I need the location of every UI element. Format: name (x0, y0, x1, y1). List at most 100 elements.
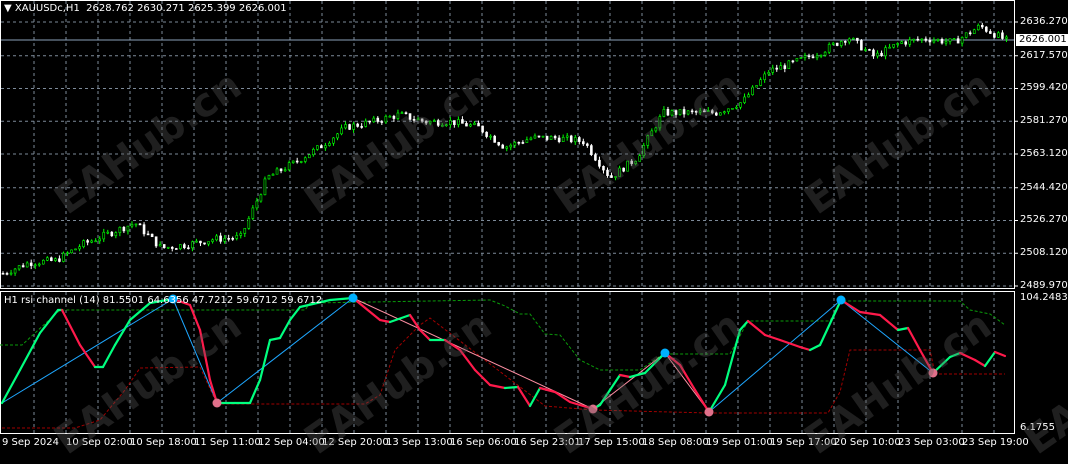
candle-body (678, 109, 682, 115)
candle-body (827, 44, 831, 53)
price-tick-label: 2617.570 (1020, 49, 1068, 61)
candle-body (912, 38, 916, 41)
candle-body (537, 135, 541, 138)
candle-body (884, 47, 887, 57)
candle-body (376, 117, 380, 122)
rsi-line-segment (608, 373, 622, 392)
candle-body (469, 124, 472, 127)
candle-body (557, 137, 561, 142)
swing-high-dot (348, 293, 358, 303)
candle-body (489, 135, 492, 138)
candle-body (493, 135, 496, 143)
price-chart[interactable] (0, 0, 1068, 459)
candle-body (779, 65, 783, 70)
rsi-line-segment (443, 338, 462, 352)
candle-body (1001, 32, 1004, 39)
candle-body (549, 136, 553, 140)
price-tick-label: 2526.270 (1020, 214, 1068, 226)
candle-body (299, 161, 303, 163)
candle-body (142, 224, 146, 235)
price-tick-label: 2544.420 (1020, 181, 1068, 193)
candle-body (533, 135, 537, 139)
candle-body (400, 112, 404, 114)
candle-body (852, 37, 855, 40)
candle-body (287, 162, 291, 171)
candle-body (932, 40, 936, 43)
candle-body (569, 135, 573, 143)
candle-body (428, 120, 432, 124)
price-tick-label: 2563.120 (1020, 148, 1068, 159)
candle-body (368, 120, 372, 123)
candle-body (29, 262, 33, 266)
candle-body (420, 118, 424, 122)
candle-body (767, 72, 771, 75)
candle-body (207, 241, 210, 245)
rsi-line-segment (628, 371, 647, 379)
candle-body (444, 124, 448, 127)
candle-body (622, 167, 625, 172)
candle-body (235, 235, 239, 239)
candle-body (916, 38, 920, 41)
symbol-label: XAUUSDc,H1 (14, 3, 80, 14)
rsi-line-segment (516, 385, 532, 408)
rsi-line-segment (18, 331, 42, 372)
candle-body (360, 126, 363, 128)
candle-body (271, 173, 275, 176)
candle-body (860, 40, 863, 51)
candle-body (215, 235, 218, 241)
candle-body (710, 110, 714, 114)
candle-body (130, 224, 134, 227)
channel-lower-line (2, 317, 1005, 429)
candle-body (521, 142, 525, 144)
candle-body (674, 110, 678, 115)
candle-body (275, 168, 279, 175)
time-tick-label: 11 Sep 11:00 (194, 437, 261, 448)
candle-body (876, 52, 879, 57)
time-tick-label: 12 Sep 20:00 (322, 437, 389, 448)
candle-body (199, 240, 202, 244)
candle-body (146, 233, 150, 236)
candle-body (553, 136, 557, 139)
candle-body (839, 41, 843, 46)
candle-body (340, 127, 343, 135)
candle-body (58, 258, 61, 262)
candle-body (561, 136, 565, 142)
candle-body (62, 252, 65, 262)
candle-body (41, 259, 45, 265)
candle-body (485, 131, 488, 137)
candle-body (408, 113, 412, 120)
rsi-line-segment (906, 326, 922, 352)
time-tick-label: 17 Sep 15:00 (578, 437, 645, 448)
candle-body (106, 231, 110, 234)
candle-body (960, 37, 964, 44)
rsi-line-segment (738, 319, 750, 332)
price-tick-label: 2599.420 (1020, 82, 1068, 94)
swing-low-dot (928, 368, 938, 378)
candle-body (670, 110, 674, 116)
candle-body (162, 244, 166, 249)
candle-body (461, 119, 464, 124)
swing-high-dot (660, 348, 670, 358)
candle-body (706, 110, 710, 112)
candle-body (134, 223, 138, 226)
candle-body (565, 135, 569, 138)
zigzag-line (840, 299, 934, 374)
swing-low-dot (704, 407, 714, 417)
candle-body (715, 112, 718, 116)
time-tick-label: 10 Sep 02:00 (66, 437, 133, 448)
rsi-line-segment (948, 351, 962, 359)
candle-body (392, 115, 396, 119)
candle-body (888, 46, 891, 49)
candle-body (191, 241, 194, 249)
rsi-line-segment (808, 343, 822, 352)
candle-body (586, 143, 589, 146)
candle-body (908, 39, 912, 45)
candle-body (509, 144, 513, 148)
candle-body (948, 38, 952, 42)
candle-body (291, 160, 295, 163)
rsi-line-segment (973, 358, 987, 368)
candle-body (424, 120, 428, 124)
candle-body (626, 160, 629, 172)
candle-body (174, 248, 178, 250)
candle-body (892, 44, 895, 48)
